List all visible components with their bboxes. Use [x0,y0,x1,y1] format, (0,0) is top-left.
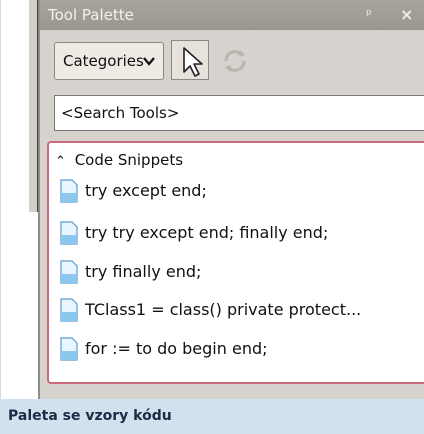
snippet-item[interactable]: try finally end; [59,255,201,289]
snippet-item[interactable]: TClass1 = class() private protect... [59,293,361,327]
palette-titlebar[interactable]: Tool Palette ᵖ × [40,0,424,30]
snippet-label: try try except end; finally end; [85,223,329,242]
document-icon [60,298,78,322]
document-icon [60,260,78,284]
snippet-label: for := to do begin end; [85,339,268,358]
snippet-label: try finally end; [85,262,202,281]
palette-title: Tool Palette [48,6,134,24]
palette-toolbar: Categories [40,30,424,90]
tool-palette-panel: Tool Palette ᵖ × Categories <Search Tool… [38,0,424,399]
pin-icon[interactable]: ᵖ [366,0,372,30]
category-name: Code Snippets [74,151,184,169]
document-icon [60,337,78,361]
arrow-cursor-icon [183,47,203,77]
splitter-gap [28,212,38,399]
collapse-icon[interactable]: ⌃ [55,154,66,169]
snippet-label: try except end; [85,181,207,200]
snippet-item[interactable]: try try except end; finally end; [59,216,328,250]
close-icon[interactable]: × [400,0,413,30]
code-snippets-category: ⌃ Code Snippets try except end; try try … [47,141,424,384]
categories-label: Categories [63,52,144,70]
chevron-down-icon [143,43,155,93]
document-icon [60,221,78,245]
refresh-icon[interactable] [218,44,252,78]
figure-caption: Paleta se vzory kódu [0,399,424,434]
snippet-item[interactable]: for := to do begin end; [59,332,268,366]
snippet-label: TClass1 = class() private protect... [85,300,362,319]
snippet-item[interactable]: try except end; [59,174,207,208]
pointer-tool-button[interactable] [171,40,209,80]
document-icon [60,179,78,203]
categories-button[interactable]: Categories [54,42,164,80]
search-input[interactable]: <Search Tools> [54,95,424,131]
category-header[interactable]: ⌃ Code Snippets [55,147,183,173]
